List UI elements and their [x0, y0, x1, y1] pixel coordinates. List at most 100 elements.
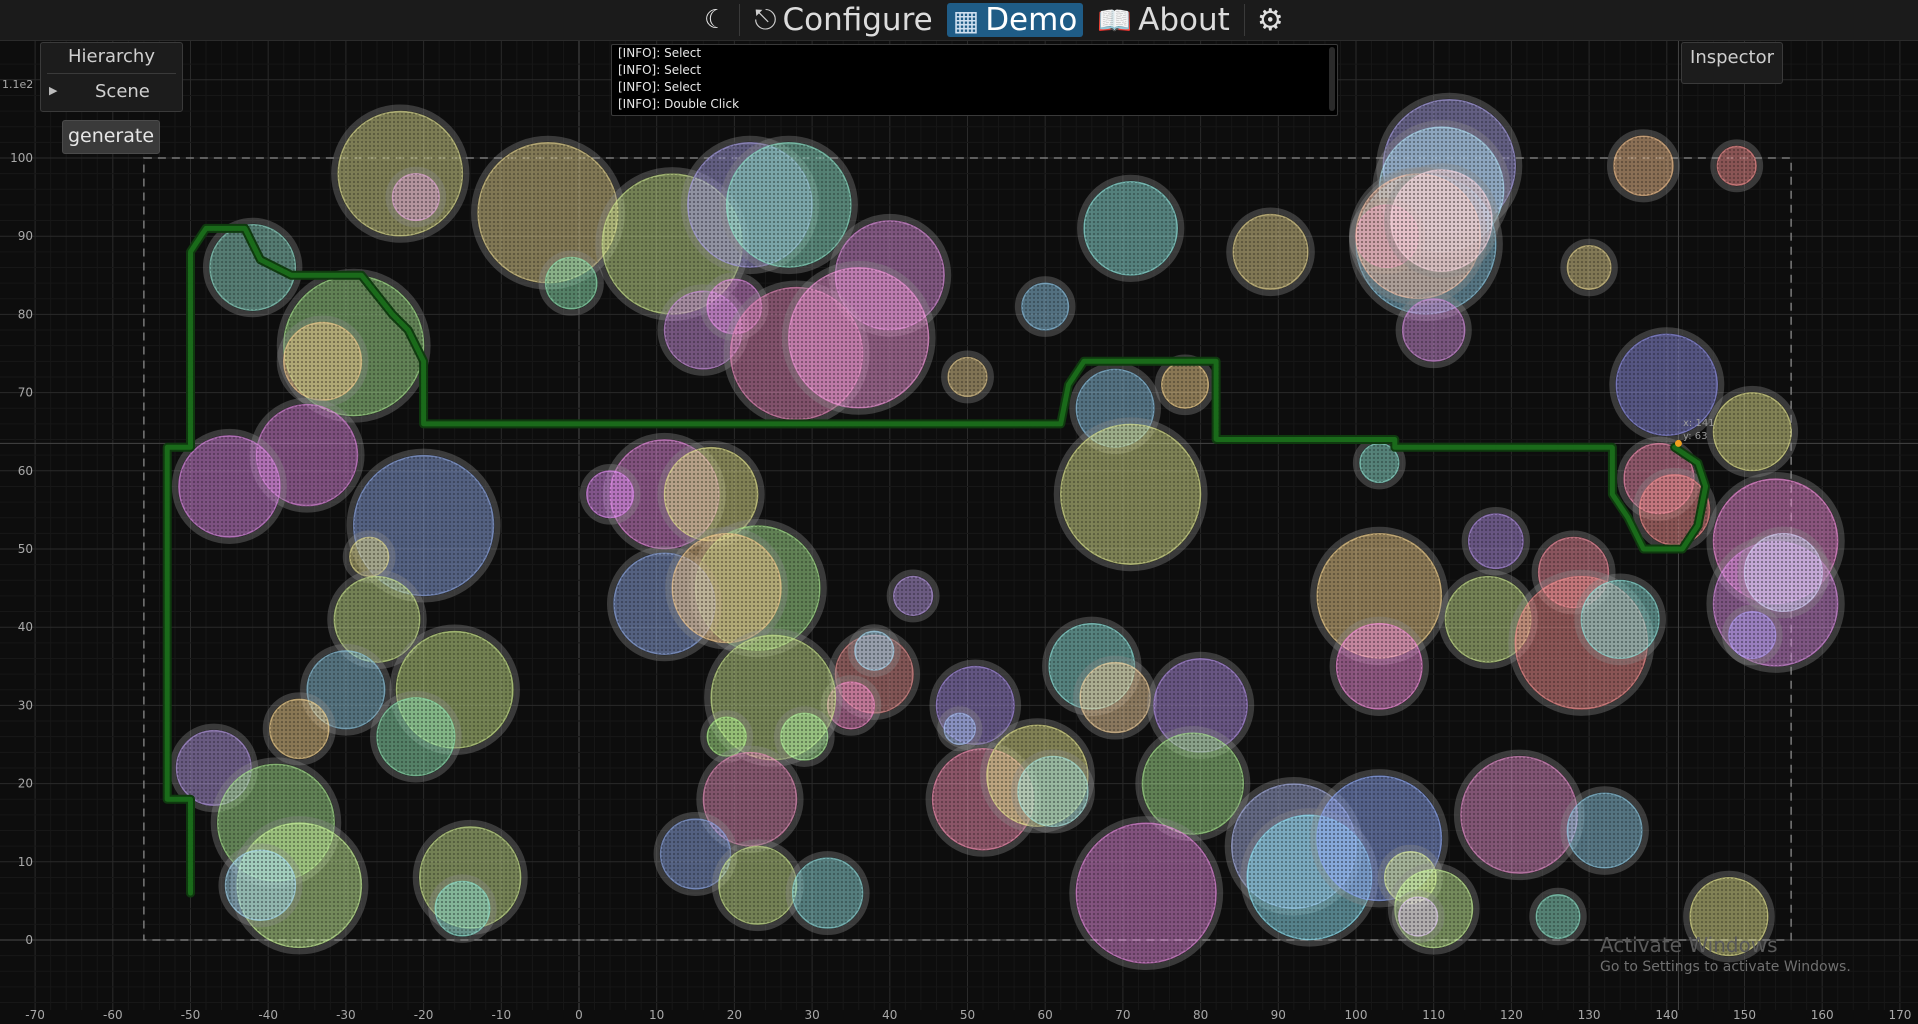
circle-texture — [225, 850, 296, 921]
circle-texture — [1080, 662, 1151, 733]
circle-texture — [1233, 214, 1308, 290]
y-tick-label: 50 — [18, 542, 33, 556]
circle-texture — [1728, 611, 1776, 659]
circle-texture — [1084, 181, 1178, 275]
cursor-y-readout: y: 63 — [1683, 431, 1708, 442]
cursor-dot — [1674, 439, 1682, 447]
circle-texture — [948, 357, 987, 397]
x-tick-label: 0 — [575, 1008, 583, 1022]
collapse-triangle-icon[interactable]: ▶ — [49, 84, 57, 97]
cursor-marker — [1674, 439, 1682, 447]
x-tick-label: 30 — [804, 1008, 819, 1022]
x-tick-label: 60 — [1038, 1008, 1053, 1022]
hierarchy-item-scene[interactable]: ▶ Scene — [49, 80, 174, 106]
circle-texture — [1076, 823, 1217, 964]
circle-texture — [586, 470, 634, 518]
circle-texture — [1018, 756, 1088, 827]
y-tick-label: 90 — [18, 229, 33, 243]
circle-texture — [788, 267, 929, 408]
y-tick-label: 80 — [18, 307, 33, 321]
x-tick-label: 150 — [1733, 1008, 1756, 1022]
circle-texture — [726, 142, 851, 268]
y-exponent-label: 1.1e2 — [2, 78, 34, 91]
app-logo-icon: ▦ — [952, 3, 980, 37]
log-line: [INFO]: Select — [618, 80, 702, 94]
x-tick-label: 90 — [1271, 1008, 1286, 1022]
log-scrollbar[interactable] — [1329, 47, 1335, 111]
activation-watermark-subtitle: Go to Settings to activate Windows. — [1600, 959, 1851, 975]
x-tick-label: 110 — [1422, 1008, 1445, 1022]
y-tick-label: 30 — [18, 698, 33, 712]
circle-texture — [1536, 894, 1580, 939]
tab-about-label: About — [1138, 2, 1230, 38]
plot-canvas[interactable]: -70 -60 -50 -40 -30 -20 -10 0 10 20 30 40 50 60 70 80 90… — [0, 0, 1918, 1024]
circle-texture — [1567, 245, 1611, 290]
circle-texture — [854, 631, 894, 671]
moon-icon[interactable]: ☾ — [700, 5, 731, 35]
tab-configure-label: Configure — [782, 2, 933, 38]
x-tick-label: 20 — [727, 1008, 742, 1022]
circle-texture — [1567, 793, 1642, 868]
inspector-title[interactable]: Inspector — [1682, 47, 1782, 68]
circle-texture — [1717, 146, 1757, 186]
tab-demo[interactable]: ▦ Demo — [946, 2, 1084, 38]
x-tick-label: 70 — [1115, 1008, 1130, 1022]
circle-texture — [1336, 623, 1423, 710]
circle-texture — [1581, 580, 1660, 659]
top-bar-menu: ☾ ⎋ Configure ▦ Demo 📖 About ⚙ — [700, 2, 1288, 38]
log-line: [INFO]: Double Click — [618, 97, 740, 111]
circle-texture — [893, 576, 933, 616]
circle-texture — [1398, 897, 1438, 936]
y-tick-label: 0 — [25, 933, 33, 947]
x-tick-label: -40 — [258, 1008, 278, 1022]
circle-texture — [283, 322, 362, 401]
circle-texture — [792, 858, 863, 929]
circle-texture — [1468, 513, 1524, 569]
x-tick-label: -20 — [414, 1008, 434, 1022]
y-tick-label: 20 — [18, 777, 33, 791]
circle-texture — [781, 713, 828, 760]
x-tick-label: 130 — [1578, 1008, 1601, 1022]
x-tick-label: -10 — [491, 1008, 511, 1022]
circle-texture — [1021, 283, 1069, 330]
circle-texture — [1744, 533, 1823, 612]
log-console: [INFO]: Select [INFO]: Select [INFO]: Se… — [611, 44, 1338, 116]
hierarchy-title: Hierarchy — [67, 46, 155, 67]
x-tick-label: 120 — [1500, 1008, 1523, 1022]
y-tick-label: 40 — [18, 620, 33, 634]
circle-texture — [545, 257, 597, 309]
generate-button[interactable]: generate — [62, 120, 160, 154]
circle-texture — [1613, 136, 1674, 196]
divider — [1243, 4, 1245, 36]
y-tick-label: 10 — [18, 855, 33, 869]
activation-watermark-title: Activate Windows — [1600, 933, 1778, 957]
divider — [739, 4, 741, 36]
x-tick-label: 50 — [960, 1008, 975, 1022]
tab-demo-label: Demo — [985, 2, 1078, 38]
circle-texture — [376, 697, 455, 776]
circle-texture — [718, 846, 797, 925]
hierarchy-icon: ⎋ — [754, 3, 777, 36]
circle-texture — [1060, 424, 1201, 565]
circle-texture — [944, 713, 976, 745]
circle-texture — [1390, 170, 1492, 272]
y-tick-label: 60 — [18, 464, 33, 478]
tab-about[interactable]: 📖 About — [1091, 2, 1236, 38]
circle-texture — [1460, 756, 1578, 874]
circle-texture — [1402, 298, 1465, 362]
gear-icon[interactable]: ⚙ — [1253, 3, 1288, 38]
tab-configure[interactable]: ⎋ Configure — [748, 2, 938, 38]
divider — [47, 73, 176, 74]
circle-texture — [672, 533, 782, 643]
x-tick-label: 40 — [882, 1008, 897, 1022]
x-tick-label: -50 — [181, 1008, 201, 1022]
x-tick-label: -60 — [103, 1008, 123, 1022]
top-bar: ☾ ⎋ Configure ▦ Demo 📖 About ⚙ — [0, 0, 1918, 41]
x-tick-label: 170 — [1888, 1008, 1911, 1022]
circle-collection — [169, 92, 1845, 971]
y-tick-label: 70 — [18, 386, 33, 400]
circle-texture — [1713, 392, 1792, 471]
circle-texture — [178, 435, 280, 537]
log-line: [INFO]: Select — [618, 46, 702, 60]
log-line: [INFO]: Select — [618, 63, 702, 77]
